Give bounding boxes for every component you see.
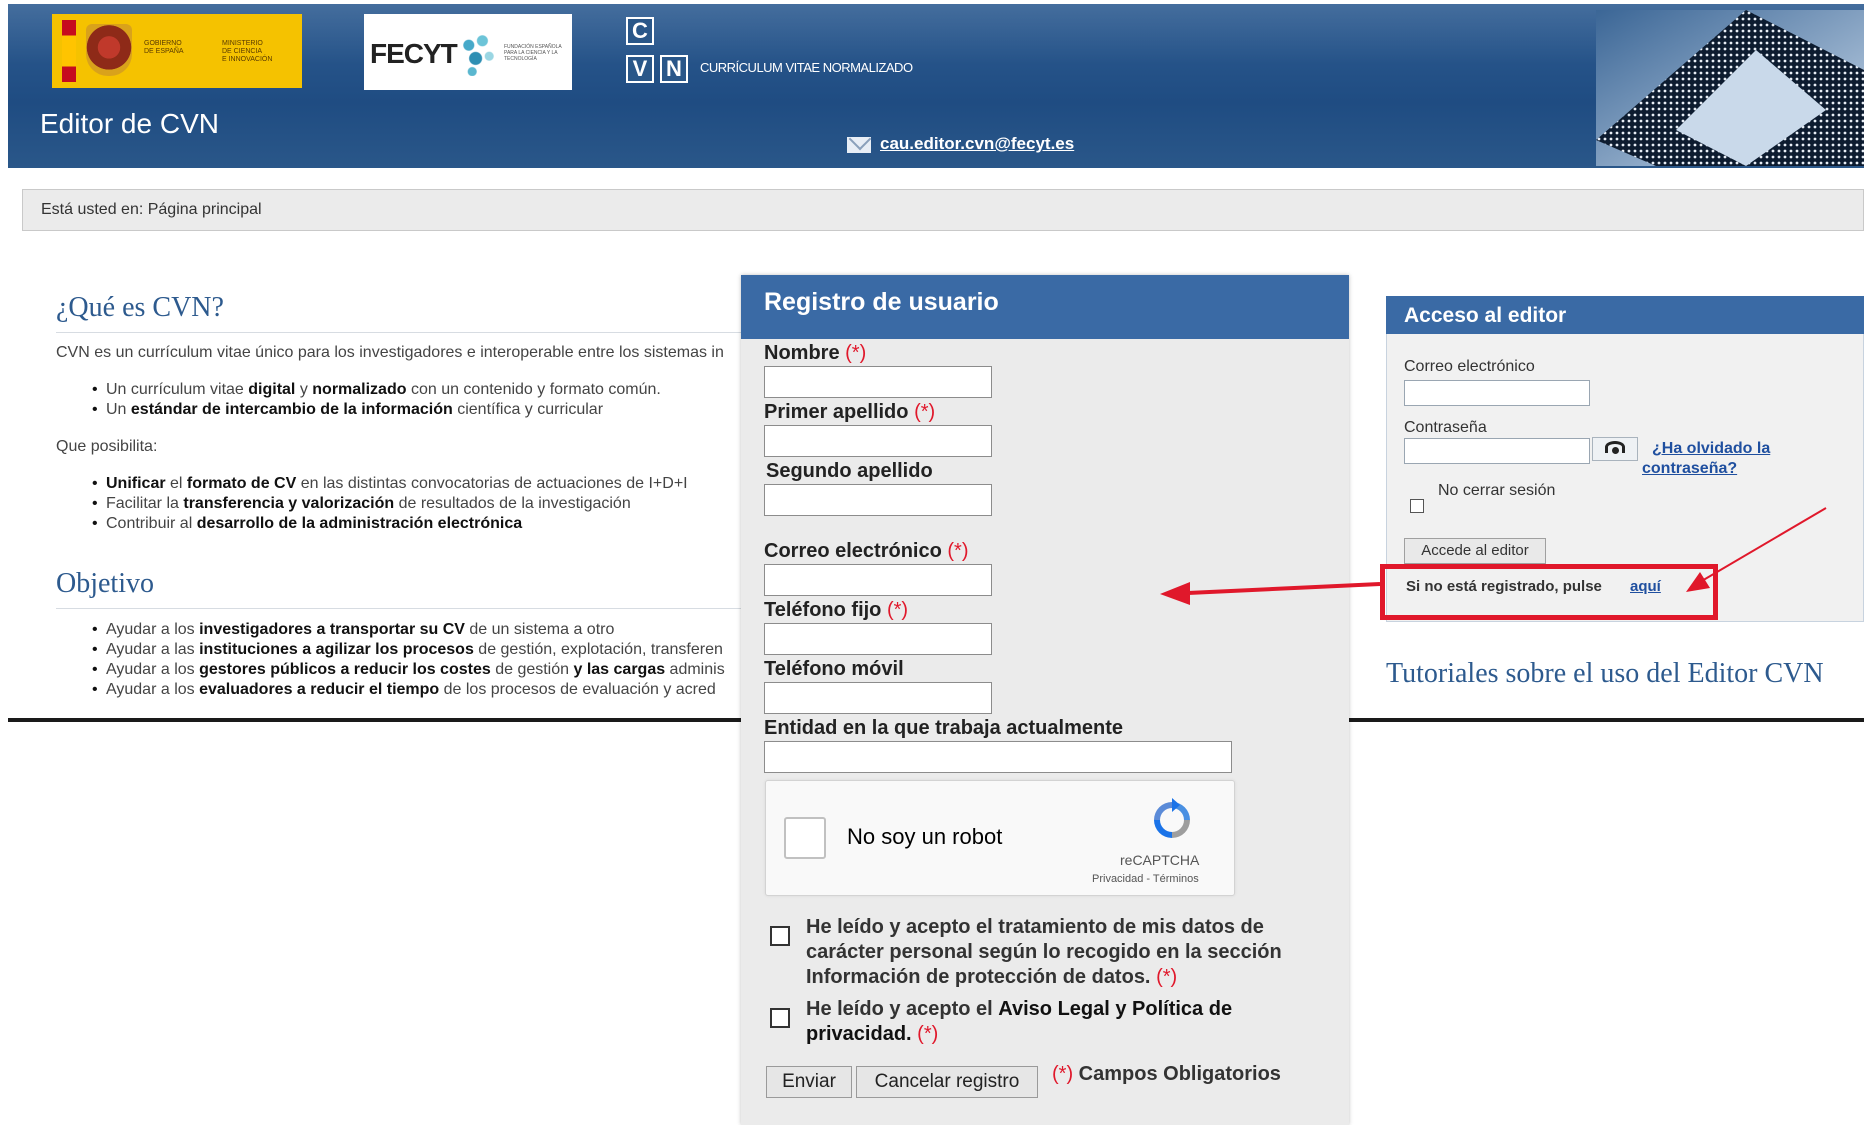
- spain-flag-icon: [62, 20, 76, 82]
- keep-session-checkbox[interactable]: [1410, 499, 1424, 513]
- list-item: Un estándar de intercambio de la informa…: [90, 400, 661, 420]
- fecyt-dots-icon: [462, 32, 496, 76]
- cvn-logo-text: CURRÍCULUM VITAE NORMALIZADO: [700, 60, 913, 75]
- entidad-label: Entidad en la que trabaja actualmente: [764, 717, 1123, 739]
- possible-label: Que posibilita:: [56, 438, 158, 455]
- access-editor-button[interactable]: Accede al editor: [1404, 538, 1546, 564]
- contact-email-link[interactable]: cau.editor.cvn@fecyt.es: [880, 134, 1074, 154]
- access-email-input[interactable]: [1404, 380, 1590, 406]
- primer-apellido-label: Primer apellido (*): [764, 401, 936, 423]
- show-password-eye-icon[interactable]: [1592, 437, 1638, 461]
- fecyt-wordmark: FECYT: [370, 38, 458, 69]
- access-panel-title: Acceso al editor: [1404, 304, 1567, 327]
- gov-logo-text-2: MINISTERIO DE CIENCIA E INNOVACIÓN: [222, 40, 273, 63]
- access-email-label: Correo electrónico: [1404, 358, 1535, 375]
- telefono-fijo-label: Teléfono fijo (*): [764, 599, 909, 621]
- cvn-logo-c: C: [626, 17, 654, 45]
- recaptcha-checkbox[interactable]: [784, 817, 826, 859]
- possible-list: Unificar el formato de CV en las distint…: [90, 474, 688, 534]
- primer-apellido-input[interactable]: [764, 425, 992, 457]
- fecyt-logo: FECYT FUNDACIÓN ESPAÑOLA PARA LA CIENCIA…: [364, 14, 572, 90]
- correo-label: Correo electrónico (*): [764, 540, 969, 562]
- what-is-cvn-heading: ¿Qué es CVN?: [56, 292, 224, 323]
- cancel-registration-button[interactable]: Cancelar registro: [856, 1066, 1038, 1098]
- list-item: Contribuir al desarrollo de la administr…: [90, 514, 688, 534]
- telefono-movil-input[interactable]: [764, 682, 992, 714]
- objective-heading: Objetivo: [56, 568, 154, 599]
- legal-notice-consent-text: He leído y acepto el Aviso Legal y Polít…: [806, 998, 1233, 1045]
- recaptcha-brand: reCAPTCHA: [1120, 852, 1200, 868]
- what-is-intro: CVN es un currículum vitae único para lo…: [56, 344, 724, 361]
- list-item: Facilitar la transferencia y valorizació…: [90, 494, 688, 514]
- heading-rule: [56, 332, 742, 333]
- recaptcha-label: No soy un robot: [847, 824, 1003, 849]
- header-decoration-image: [1596, 10, 1864, 166]
- government-logo: GOBIERNO DE ESPAÑA MINISTERIO DE CIENCIA…: [52, 14, 302, 88]
- keep-session-label: No cerrar sesión: [1438, 482, 1556, 499]
- heading-rule: [56, 608, 742, 609]
- registration-dialog-title: Registro de usuario: [764, 288, 999, 316]
- intro-section: ¿Qué es CVN? CVN es un currículum vitae …: [40, 280, 742, 710]
- recaptcha-privacy-terms-links[interactable]: Privacidad - Términos: [1092, 873, 1199, 885]
- gov-logo-text-1: GOBIERNO DE ESPAÑA: [144, 40, 184, 55]
- register-highlight-box: [1380, 564, 1718, 620]
- list-item: Ayudar a los evaluadores a reducir el ti…: [90, 680, 725, 700]
- forgot-password-link-line1[interactable]: ¿Ha olvidado la: [1652, 440, 1770, 458]
- submit-button[interactable]: Enviar: [766, 1066, 852, 1098]
- access-password-input[interactable]: [1404, 438, 1590, 464]
- correo-input[interactable]: [764, 564, 992, 596]
- telefono-movil-label: Teléfono móvil: [764, 658, 904, 680]
- list-item: Ayudar a los gestores públicos a reducir…: [90, 660, 725, 680]
- breadcrumb-text: Está usted en: Página principal: [41, 201, 262, 218]
- tutorials-heading: Tutoriales sobre el uso del Editor CVN: [1386, 658, 1824, 689]
- access-password-label: Contraseña: [1404, 419, 1487, 436]
- nombre-label: Nombre (*): [764, 342, 867, 364]
- app-title: Editor de CVN: [40, 108, 219, 139]
- data-protection-checkbox[interactable]: [770, 926, 790, 946]
- recaptcha-logo-icon: [1154, 798, 1190, 838]
- list-item: Unificar el formato de CV en las distint…: [90, 474, 688, 494]
- coat-of-arms-icon: [86, 24, 132, 76]
- data-protection-consent-text: He leído y acepto el tratamiento de mis …: [806, 916, 1282, 988]
- forgot-password-link-line2[interactable]: contraseña?: [1642, 460, 1737, 478]
- list-item: Ayudar a los investigadores a transporta…: [90, 620, 725, 640]
- list-item: Ayudar a las instituciones a agilizar lo…: [90, 640, 725, 660]
- nombre-input[interactable]: [764, 366, 992, 398]
- telefono-fijo-input[interactable]: [764, 623, 992, 655]
- legal-notice-checkbox[interactable]: [770, 1008, 790, 1028]
- breadcrumb: Está usted en: Página principal: [22, 189, 1864, 231]
- objective-list: Ayudar a los investigadores a transporta…: [90, 620, 725, 700]
- cvn-logo-v: V: [626, 55, 654, 83]
- segundo-apellido-input[interactable]: [764, 484, 992, 516]
- entidad-input[interactable]: [764, 741, 1232, 773]
- segundo-apellido-label: Segundo apellido: [766, 460, 933, 482]
- list-item: Un currículum vitae digital y normalizad…: [90, 380, 661, 400]
- what-is-list: Un currículum vitae digital y normalizad…: [90, 380, 661, 420]
- required-fields-note: (*) Campos Obligatorios: [1052, 1063, 1281, 1085]
- cvn-logo-n: N: [660, 55, 688, 83]
- fecyt-subtitle: FUNDACIÓN ESPAÑOLA PARA LA CIENCIA Y LA …: [504, 44, 562, 62]
- mail-icon: [847, 137, 871, 153]
